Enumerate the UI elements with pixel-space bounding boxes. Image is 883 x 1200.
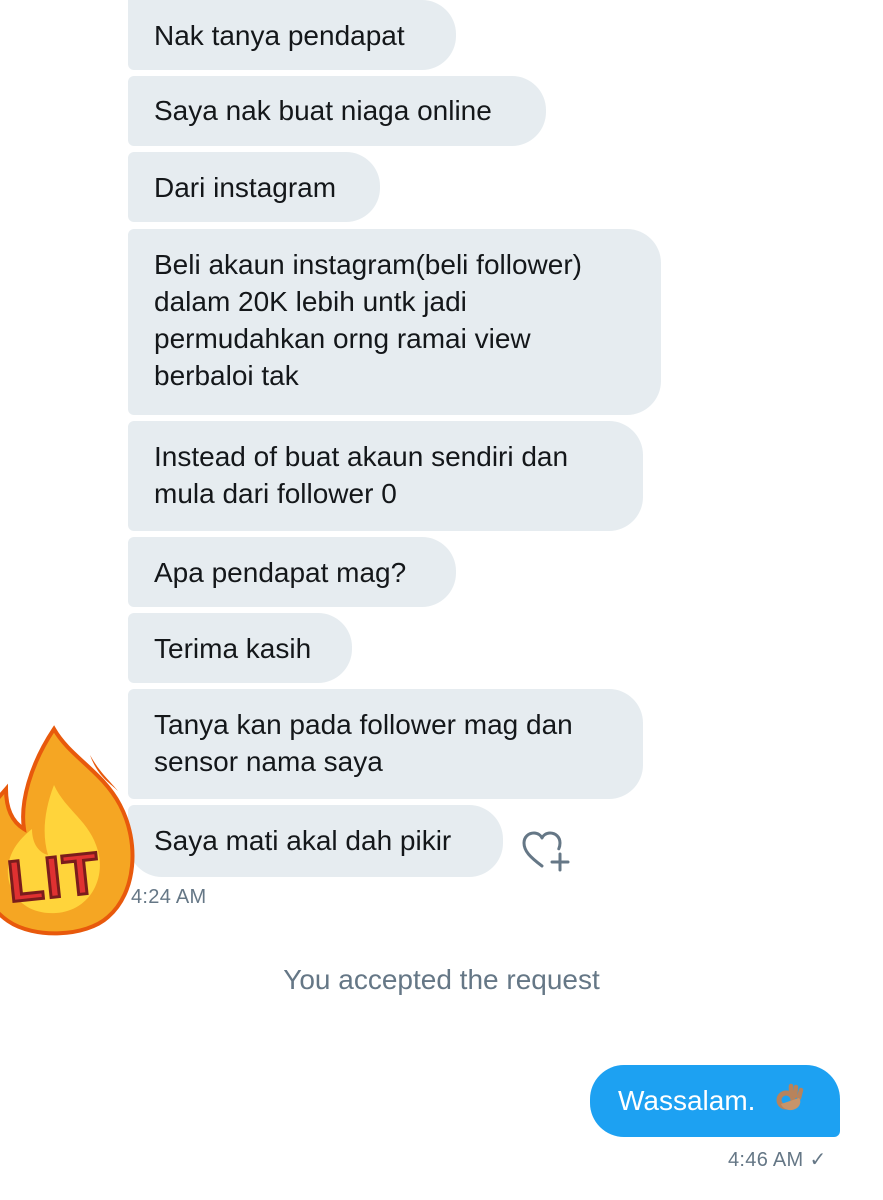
message-text: Terima kasih xyxy=(154,633,312,664)
message-text: Saya mati akal dah pikir xyxy=(154,825,452,856)
ok-hand-emoji xyxy=(773,1082,805,1123)
fire-emoji: LIT xyxy=(0,725,138,940)
incoming-message-bubble[interactable]: Nak tanya pendapat xyxy=(128,0,456,70)
message-text: Instead of buat akaun sendiri dan mula d… xyxy=(154,441,569,509)
message-timestamp: 4:24 AM xyxy=(131,886,207,908)
incoming-message-bubble[interactable]: Apa pendapat mag? xyxy=(128,537,456,607)
incoming-message-bubble[interactable]: Terima kasih xyxy=(128,613,352,683)
incoming-message-bubble[interactable]: Saya nak buat niaga online xyxy=(128,76,546,146)
heart-plus-icon[interactable] xyxy=(520,826,570,872)
outgoing-timestamp: 4:46 AM ✓ xyxy=(728,1147,827,1172)
incoming-message-bubble[interactable]: Tanya kan pada follower mag dan sensor n… xyxy=(128,689,643,799)
incoming-message-bubble[interactable]: Dari instagram xyxy=(128,152,380,222)
incoming-message-bubble[interactable]: Saya mati akal dah pikir xyxy=(128,805,503,877)
request-accepted-note: You accepted the request xyxy=(283,964,600,995)
message-text: Dari instagram xyxy=(154,172,337,203)
timestamp-text: 4:46 AM xyxy=(728,1149,804,1171)
sticker-label: LIT xyxy=(5,840,104,914)
message-text: Apa pendapat mag? xyxy=(154,557,407,588)
message-text: Beli akaun instagram(beli follower) dala… xyxy=(154,249,582,391)
incoming-message-bubble[interactable]: Beli akaun instagram(beli follower) dala… xyxy=(128,229,661,415)
message-text: Saya nak buat niaga online xyxy=(154,95,492,126)
message-text: Wassalam. xyxy=(618,1085,756,1116)
message-thread: Nak tanya pendapat Saya nak buat niaga o… xyxy=(0,0,883,1200)
check-icon: ✓ xyxy=(809,1149,827,1171)
message-text: Nak tanya pendapat xyxy=(154,20,405,51)
outgoing-message-bubble[interactable]: Wassalam. xyxy=(590,1065,840,1137)
message-text: Tanya kan pada follower mag dan sensor n… xyxy=(154,709,573,777)
incoming-message-bubble[interactable]: Instead of buat akaun sendiri dan mula d… xyxy=(128,421,643,531)
